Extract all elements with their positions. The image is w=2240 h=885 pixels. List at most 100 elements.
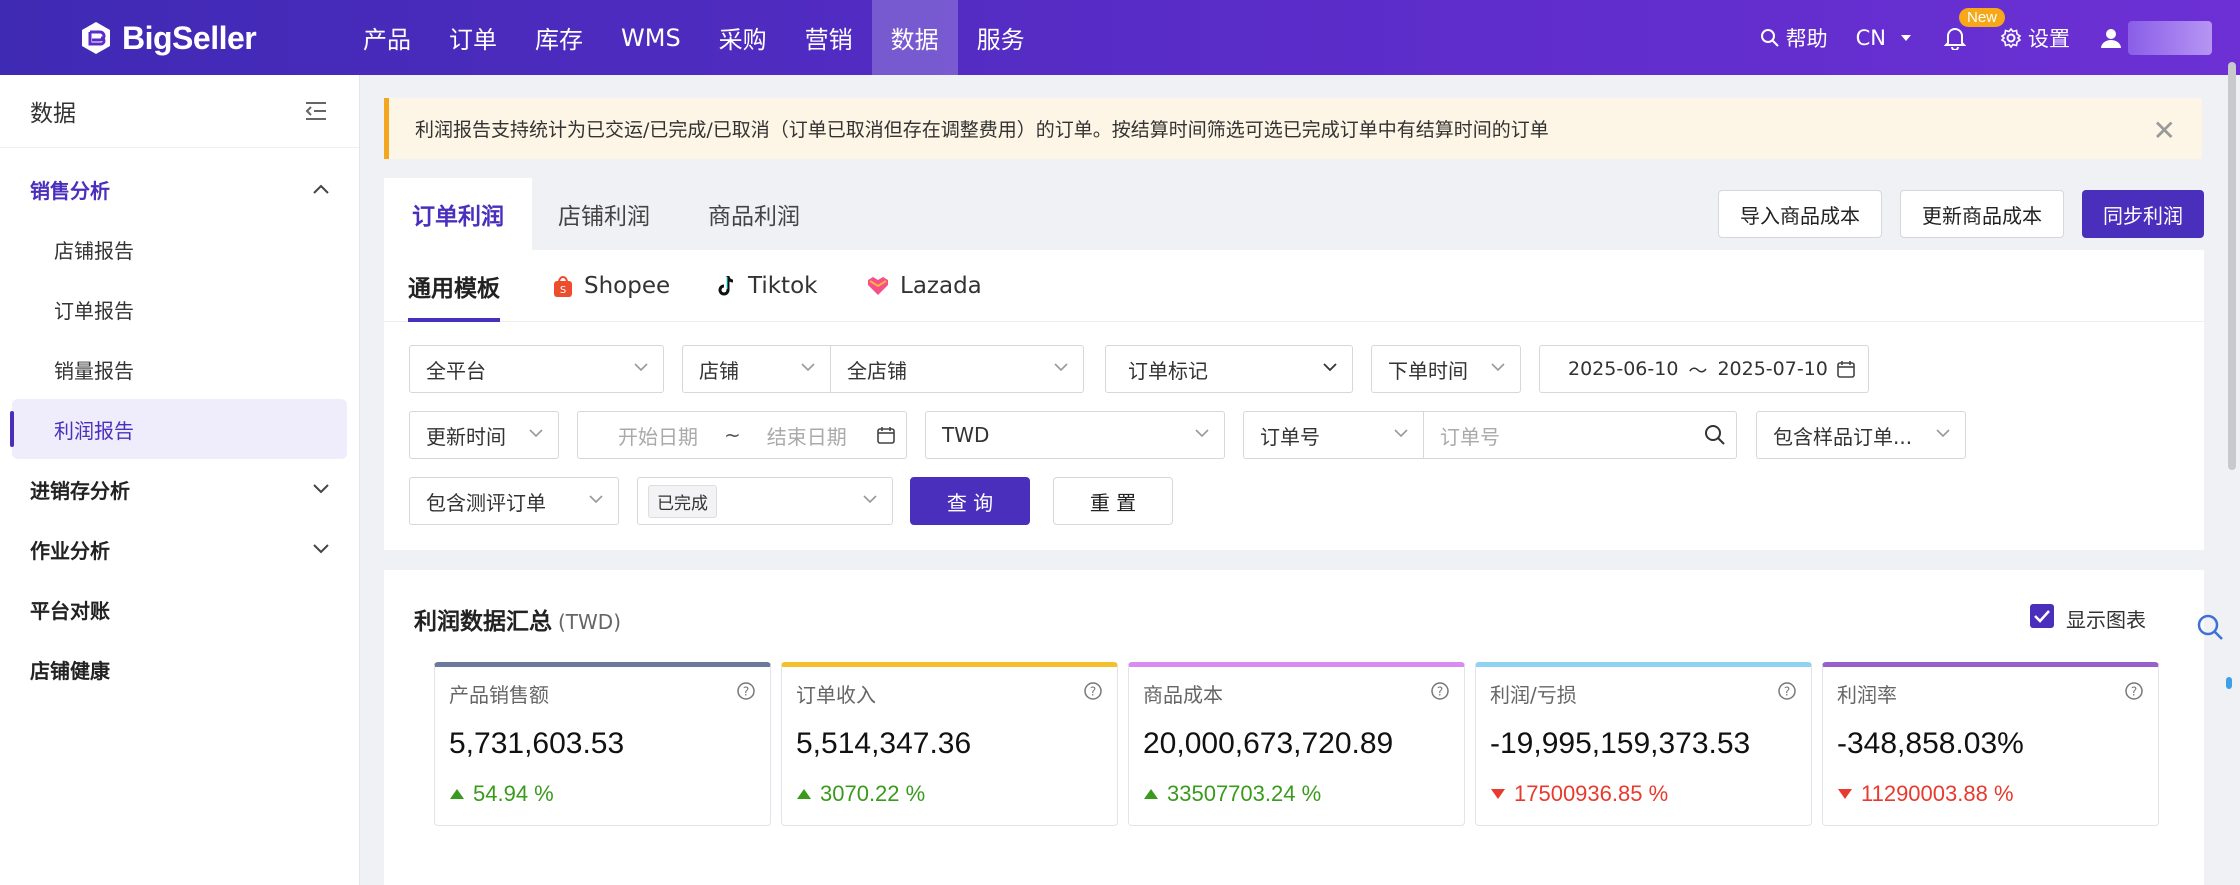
include-sample-select[interactable]: 包含样品订单... bbox=[1756, 411, 1966, 459]
sidebar-group-label: 作业分析 bbox=[30, 538, 110, 563]
store-type-value: 店铺 bbox=[699, 358, 739, 383]
end-date-placeholder: 结束日期 bbox=[766, 424, 847, 449]
status-tag-completed[interactable]: 已完成 bbox=[648, 484, 717, 518]
metric-change: 3070.22 % bbox=[796, 781, 925, 807]
sidebar-item-store-report[interactable]: 店铺报告 bbox=[0, 219, 359, 279]
bigseller-logo-icon bbox=[82, 22, 110, 54]
help-icon[interactable]: ? bbox=[736, 681, 756, 701]
settings-link[interactable]: 设置 bbox=[2000, 23, 2070, 53]
tab-store-profit[interactable]: 店铺利润 bbox=[558, 178, 650, 250]
order-status-select[interactable]: 已完成 bbox=[637, 477, 893, 525]
sidebar-group-sales-analysis[interactable]: 销售分析 bbox=[0, 159, 359, 219]
nav-item-data[interactable]: 数据 bbox=[871, 0, 958, 75]
sidebar-item-sales-volume-report[interactable]: 销量报告 bbox=[0, 339, 359, 399]
metric-card-order-income: 订单收入 ? 5,514,347.36 3070.22 % bbox=[781, 662, 1118, 826]
svg-text:?: ? bbox=[1090, 685, 1096, 699]
svg-text:?: ? bbox=[1784, 685, 1790, 699]
include-review-value: 包含测评订单 bbox=[426, 490, 546, 515]
settings-label: 设置 bbox=[2028, 26, 2070, 51]
sidebar-group-inventory-analysis[interactable]: 进销存分析 bbox=[0, 459, 359, 519]
sidebar-group-label: 进销存分析 bbox=[30, 478, 130, 503]
currency-select[interactable]: TWD bbox=[925, 411, 1225, 459]
update-cost-button[interactable]: 更新商品成本 bbox=[1900, 190, 2064, 238]
chevron-down-icon bbox=[1195, 429, 1209, 438]
search-help-icon bbox=[1760, 28, 1779, 47]
nav-item-wms[interactable]: WMS bbox=[602, 0, 700, 75]
shopee-icon: S bbox=[554, 276, 572, 297]
collapse-sidebar-icon[interactable] bbox=[305, 101, 327, 121]
subtab-tiktok[interactable]: Tiktok bbox=[716, 250, 817, 322]
order-mark-select[interactable]: 订单标记 bbox=[1105, 345, 1353, 393]
platform-select[interactable]: 全平台 bbox=[409, 345, 664, 393]
help-link[interactable]: 帮助 bbox=[1760, 23, 1828, 53]
close-icon[interactable]: ✕ bbox=[2153, 114, 2176, 147]
metric-change-value: 17500936.85 % bbox=[1514, 781, 1669, 806]
language-select[interactable]: CN bbox=[1856, 26, 1912, 50]
nav-item-inventory[interactable]: 库存 bbox=[516, 0, 602, 75]
tab-order-profit[interactable]: 订单利润 bbox=[384, 178, 532, 250]
update-time-range-picker[interactable]: 开始日期 ~ 结束日期 bbox=[577, 411, 907, 459]
caret-down-icon bbox=[1901, 34, 1911, 41]
query-button[interactable]: 查 询 bbox=[910, 477, 1030, 525]
sidebar-item-profit-report[interactable]: 利润报告 bbox=[10, 399, 347, 459]
store-select[interactable]: 全店铺 bbox=[830, 345, 1084, 393]
help-label: 帮助 bbox=[1785, 26, 1828, 51]
order-mark-value: 订单标记 bbox=[1128, 358, 1208, 383]
tab-product-profit[interactable]: 商品利润 bbox=[708, 178, 800, 250]
subtab-general-template[interactable]: 通用模板 bbox=[408, 250, 500, 322]
template-subtabs: 通用模板 S Shopee Tiktok Lazada bbox=[384, 250, 2204, 322]
nav-item-products[interactable]: 产品 bbox=[344, 0, 430, 75]
notifications-button[interactable]: New bbox=[1944, 7, 2006, 50]
help-icon[interactable]: ? bbox=[1777, 681, 1797, 701]
reset-button[interactable]: 重 置 bbox=[1053, 477, 1173, 525]
order-no-placeholder: 订单号 bbox=[1440, 424, 1500, 449]
svg-text:?: ? bbox=[743, 685, 749, 699]
include-review-select[interactable]: 包含测评订单 bbox=[409, 477, 619, 525]
subtab-lazada[interactable]: Lazada bbox=[866, 250, 982, 322]
metric-label: 订单收入 bbox=[796, 683, 876, 707]
metric-change-value: 3070.22 % bbox=[820, 781, 926, 806]
report-tabs: 订单利润 店铺利润 商品利润 导入商品成本 更新商品成本 同步利润 bbox=[384, 178, 2204, 250]
nav-item-marketing[interactable]: 营销 bbox=[786, 0, 872, 75]
date-range-picker[interactable]: 2025-06-10 ～ 2025-07-10 bbox=[1539, 345, 1869, 393]
sidebar-item-order-report[interactable]: 订单报告 bbox=[0, 279, 359, 339]
sync-profit-button[interactable]: 同步利润 bbox=[2082, 190, 2204, 238]
profit-summary-section: 利润数据汇总 (TWD) 显示图表 产品销售额 ? 5,731,603.53 54… bbox=[384, 570, 2204, 885]
nav-item-purchase[interactable]: 采购 bbox=[700, 0, 786, 75]
user-menu[interactable] bbox=[2100, 20, 2212, 55]
search-icon[interactable] bbox=[1704, 424, 1726, 446]
main-nav: 产品 订单 库存 WMS 采购 营销 数据 服务 bbox=[344, 0, 1044, 75]
svg-text:S: S bbox=[560, 285, 566, 296]
update-time-value: 更新时间 bbox=[426, 424, 506, 449]
subtab-shopee[interactable]: S Shopee bbox=[552, 250, 670, 322]
metric-change-value: 33507703.24 % bbox=[1167, 781, 1322, 806]
store-type-select[interactable]: 店铺 bbox=[682, 345, 830, 393]
import-cost-button[interactable]: 导入商品成本 bbox=[1718, 190, 1882, 238]
show-chart-label[interactable]: 显示图表 bbox=[2066, 604, 2146, 633]
language-label: CN bbox=[1855, 25, 1886, 50]
nav-item-orders[interactable]: 订单 bbox=[430, 0, 516, 75]
sidebar-group-platform-reconciliation[interactable]: 平台对账 bbox=[0, 579, 359, 639]
show-chart-checkbox[interactable] bbox=[2030, 604, 2054, 628]
date-type-select[interactable]: 下单时间 bbox=[1371, 345, 1521, 393]
help-icon[interactable]: ? bbox=[2124, 681, 2144, 701]
order-no-type-select[interactable]: 订单号 bbox=[1243, 411, 1423, 459]
sidebar-group-store-health[interactable]: 店铺健康 bbox=[0, 639, 359, 699]
brand-logo[interactable]: BigSeller bbox=[78, 18, 257, 58]
sidebar-group-label: 平台对账 bbox=[30, 598, 110, 623]
floating-search-icon[interactable] bbox=[2196, 613, 2226, 647]
order-no-input[interactable]: 订单号 bbox=[1423, 411, 1737, 459]
nav-item-services[interactable]: 服务 bbox=[958, 0, 1044, 75]
help-icon[interactable]: ? bbox=[1083, 681, 1103, 701]
platform-value: 全平台 bbox=[426, 358, 486, 383]
triangle-down-icon bbox=[1838, 789, 1852, 799]
user-name-redacted bbox=[2128, 20, 2212, 55]
sidebar-group-operation-analysis[interactable]: 作业分析 bbox=[0, 519, 359, 579]
chevron-down-icon bbox=[529, 429, 543, 438]
help-icon[interactable]: ? bbox=[1430, 681, 1450, 701]
page-scrollbar[interactable] bbox=[2228, 62, 2236, 470]
metric-label: 商品成本 bbox=[1143, 683, 1223, 707]
triangle-down-icon bbox=[1491, 789, 1505, 799]
summary-unit: (TWD) bbox=[558, 610, 621, 634]
update-time-select[interactable]: 更新时间 bbox=[409, 411, 559, 459]
